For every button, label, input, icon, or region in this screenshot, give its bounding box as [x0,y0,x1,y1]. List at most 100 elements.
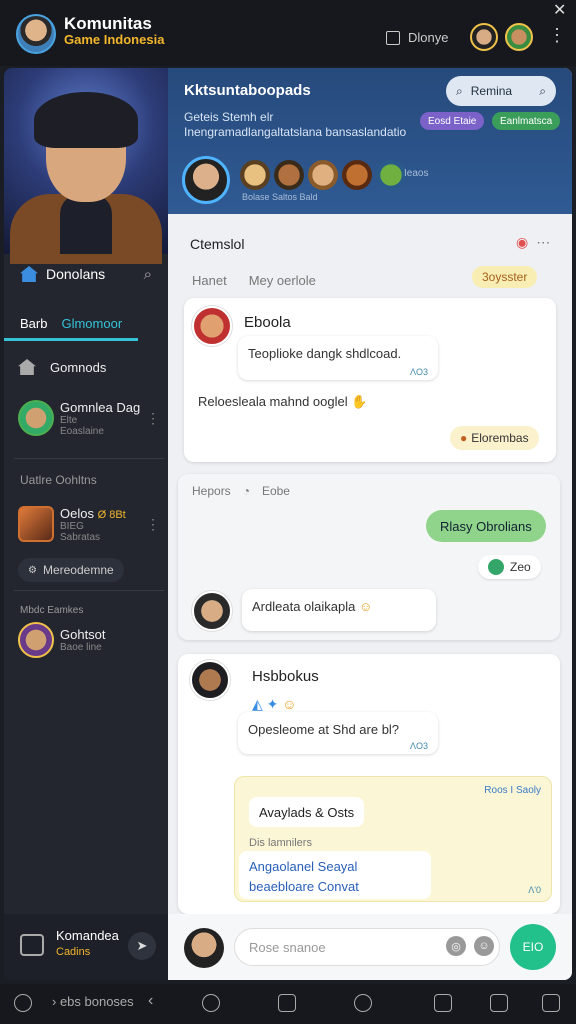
attach-icon[interactable]: ◎ [446,936,466,956]
sidebar-item-sub: Baoe line [60,642,102,653]
link[interactable]: beaebloare Convat [249,877,421,897]
hero-shirt [60,194,112,254]
hero-hair [34,92,138,148]
search-button[interactable]: ⌕ Remina ⌕ [446,76,556,106]
sent-message: Rlasy Obrolians [426,510,546,542]
link[interactable]: Angaolanel Seayal [249,857,421,877]
more-icon[interactable]: ⋮ [548,26,566,44]
avatar [184,928,224,968]
user-avatar[interactable] [505,23,533,51]
tab-barb[interactable]: Barb [20,316,47,331]
avatar[interactable] [192,591,232,631]
shared-card-links: Angaolanel Seayal beaebloare Convat [239,851,431,899]
image-icon[interactable] [434,994,452,1012]
community-icon [20,934,44,956]
device-icon [386,30,400,45]
avatar[interactable] [190,660,230,700]
user-icon[interactable] [354,994,372,1012]
post-author: Hsbbokus [252,668,319,685]
bottom-text: › ebs bonoses [52,994,134,1009]
footer-subtitle: Cadins [56,946,91,958]
clock-icon: ◔ [242,484,250,498]
sidebar-item-gomnlea[interactable]: Gomnlea Dag Elte Eoaslaine ⋮ [18,386,168,450]
help-icon[interactable] [14,994,32,1012]
conversation-time: Eobe [261,484,290,498]
user-avatar[interactable] [470,23,498,51]
sidebar-item-sub: Elte [60,414,78,426]
sidebar-item-gomnods[interactable]: Gomnods [18,356,168,378]
message-text: Ardleata olaikapla [252,599,356,614]
divider [14,458,164,459]
shared-card-subtitle: Dis lamnilers [249,837,312,849]
sidebar-item-oelos[interactable]: Oelos Ø 8Bt BIEG Sabratas ⋮ [18,500,168,548]
status-badge: Ø 8Bt [97,508,126,521]
member-avatar[interactable] [342,160,372,190]
shared-card[interactable]: Avaylads & Osts Roos I Saoly Dis lamnile… [234,776,552,902]
message-meta: ɅO3 [409,367,428,377]
back-icon[interactable]: ‹ [148,992,153,1010]
message-meta: ɅO3 [409,741,428,751]
emoji-icon[interactable]: ☺ [474,936,494,956]
text-icon[interactable] [278,994,296,1012]
message-text: Teoplioke dangk shdlcoad. [248,346,402,361]
composer: Rose snanoe ◎ ☺ EIO [168,914,572,980]
shared-card-corner: Roos I Saoly [484,785,541,796]
member-avatar[interactable] [308,160,338,190]
avatar[interactable] [192,306,232,346]
channel-title: Kktsuntaboopads [184,82,311,99]
sidebar-chip[interactable]: ⚙ Mereodemne [18,558,124,582]
tag-badge[interactable]: Eanlmatsca [492,112,561,130]
timestamp: Ʌ'0 [528,885,541,895]
main-panel: Kktsuntaboopads ⌕ Remina ⌕ Geteis Stemh … [168,68,572,980]
device-selector[interactable]: Dlonye [386,30,448,45]
grid-icon[interactable] [490,994,508,1012]
reaction-chip[interactable]: ● Elorembas [450,426,539,450]
search-icon: ⌕ [456,83,463,98]
more-icon[interactable]: ⋮ [146,410,160,427]
tab-glmomoor[interactable]: Glmomoor [61,316,122,331]
alert-icon[interactable]: ◉ [516,234,528,251]
sidebar-item-label: Gohtsot [60,627,106,642]
send-icon[interactable]: ➤ [128,932,156,960]
sidebar-item-gohtsot[interactable]: Gohtsot Baoe line [18,620,168,660]
home-icon[interactable] [20,266,38,282]
search-icon: ⌕ [539,83,546,98]
tab-mey-oerlole[interactable]: Mey oerlole [249,273,316,288]
search-icon[interactable]: ⌕ [144,266,152,283]
status-pill[interactable]: 3oysster [472,266,538,288]
chip-label: Mereodemne [42,563,114,577]
member-count: Ieaos [404,168,429,179]
sidebar: Donolans ⌕ Barb Glmomoor Gomnods Gomnlea… [4,68,168,980]
card-actions: ◉ ⋯ [516,234,550,251]
game-thumbnail [18,506,54,542]
message-bubble: Teoplioke dangk shdlcoad. ɅO3 [238,336,438,380]
composer-icons: ◎ ☺ [446,936,494,956]
reaction-icon: ● [460,431,468,445]
member-avatar[interactable] [274,160,304,190]
app-avatar[interactable] [16,14,56,54]
member-avatar[interactable] [182,156,230,204]
tag-badge[interactable]: Eosd Etaie [420,112,485,130]
send-button[interactable]: EIO [510,924,556,970]
system-message: Reloesleala mahnd ooglel ✋ [198,394,367,410]
edit-icon[interactable] [542,994,560,1012]
more-icon[interactable]: ⋯ [536,234,550,251]
more-icon[interactable]: ⋮ [146,516,160,533]
sidebar-title: Donolans [46,266,106,282]
divider [14,590,164,591]
hand-icon: ✋ [351,394,368,409]
channel-description: Geteis Stemh elr Inengramadlangaltatslan… [184,110,407,139]
circle-icon[interactable] [202,994,220,1012]
member-avatar[interactable] [240,160,270,190]
status-text: Zeo [510,560,531,574]
message-text: Opesleome at Shd are bl? [248,722,400,737]
sidebar-item-sub: Sabratas [60,531,101,543]
post-card: Eboola Teoplioke dangk shdlcoad. ɅO3 Rel… [184,298,556,462]
tab-hanet[interactable]: Hanet [192,273,227,288]
sidebar-tabs: Barb Glmomoor [4,310,168,336]
sidebar-item-label: Gomnlea Dag [60,399,141,415]
chip-icon: ⚙ [28,564,37,576]
member-avatar[interactable] [376,160,406,190]
close-icon[interactable]: ✕ [553,0,566,20]
incoming-message: Ardleata olaikapla ☺ [242,589,436,631]
